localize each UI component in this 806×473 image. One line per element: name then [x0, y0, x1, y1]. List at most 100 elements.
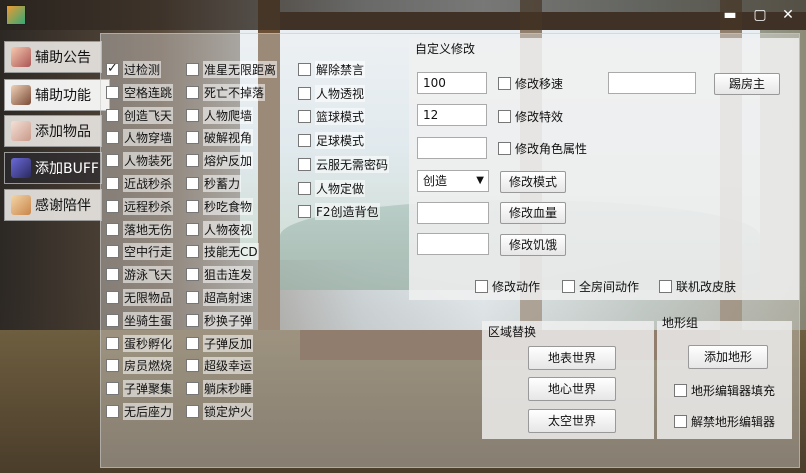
checkbox-box[interactable]: [106, 245, 119, 259]
title-bar[interactable]: ▬ ▢ ✕: [0, 0, 806, 30]
checkbox-box[interactable]: [186, 336, 199, 350]
checkbox-box[interactable]: [186, 63, 199, 76]
feature-checkbox[interactable]: 超高射速: [186, 289, 254, 306]
checkbox-box[interactable]: [106, 61, 119, 76]
feature-checkbox[interactable]: 足球模式: [298, 132, 366, 150]
feature-checkbox[interactable]: 秒换子弹: [186, 311, 254, 329]
checkbox-box[interactable]: [106, 199, 119, 213]
checkbox-box[interactable]: [106, 382, 119, 396]
feature-checkbox[interactable]: 房员燃烧: [106, 357, 174, 375]
checkbox-box[interactable]: [298, 63, 311, 76]
checkbox-box[interactable]: [106, 85, 119, 99]
checkbox-box[interactable]: [186, 382, 199, 396]
modify-hunger-button[interactable]: 修改饥饿: [500, 234, 566, 256]
minimize-button[interactable]: ▬: [720, 6, 740, 24]
terrain-fill-checkbox[interactable]: 地形编辑器填充: [674, 382, 775, 399]
room-action-checkbox[interactable]: 全房间动作: [562, 278, 639, 295]
speed-input[interactable]: 100: [417, 72, 487, 94]
sidebar-item-thanks[interactable]: 感谢陪伴: [4, 189, 102, 221]
modify-hp-button[interactable]: 修改血量: [500, 202, 566, 224]
feature-checkbox[interactable]: 远程秒杀: [106, 197, 174, 215]
checkbox-box[interactable]: [298, 181, 311, 195]
checkbox-box[interactable]: [498, 142, 511, 155]
sidebar-item-add-items[interactable]: 添加物品: [4, 115, 102, 147]
checkbox-box[interactable]: [186, 108, 199, 122]
kick-host-input[interactable]: [608, 72, 696, 94]
checkbox-box[interactable]: [106, 291, 119, 304]
online-skin-checkbox[interactable]: 联机改皮肤: [659, 278, 736, 295]
checkbox-box[interactable]: [106, 336, 119, 350]
checkbox-box[interactable]: [186, 359, 199, 373]
space-world-button[interactable]: 太空世界: [528, 409, 616, 433]
feature-checkbox[interactable]: 无后座力: [106, 403, 174, 420]
checkbox-box[interactable]: [186, 245, 199, 259]
checkbox-box[interactable]: [562, 280, 575, 293]
sidebar-item-add-buff[interactable]: 添加BUFF: [4, 152, 102, 184]
feature-checkbox[interactable]: F2创造背包: [298, 203, 380, 221]
checkbox-box[interactable]: [106, 268, 119, 282]
feature-checkbox[interactable]: 空格连跳: [106, 83, 174, 101]
mode-select[interactable]: 创造 ▼: [417, 170, 489, 192]
checkbox-box[interactable]: [475, 280, 488, 293]
feature-checkbox[interactable]: 锁定炉火: [186, 403, 254, 420]
checkbox-box[interactable]: [498, 110, 511, 123]
checkbox-box[interactable]: [106, 177, 119, 190]
surface-world-button[interactable]: 地表世界: [528, 346, 616, 370]
modify-mode-button[interactable]: 修改模式: [500, 171, 566, 193]
checkbox-box[interactable]: [186, 268, 199, 282]
checkbox-box[interactable]: [659, 280, 672, 293]
checkbox-box[interactable]: [298, 134, 311, 148]
feature-checkbox[interactable]: 秒蓄力: [186, 175, 242, 192]
checkbox-box[interactable]: [298, 205, 311, 219]
feature-checkbox[interactable]: 人物定做: [298, 179, 366, 197]
feature-checkbox[interactable]: 落地无伤: [106, 220, 174, 238]
maximize-button[interactable]: ▢: [750, 6, 770, 24]
feature-checkbox[interactable]: 破解视角: [186, 129, 254, 147]
checkbox-box[interactable]: [186, 154, 199, 168]
feature-checkbox[interactable]: 狙击连发: [186, 266, 254, 284]
add-terrain-button[interactable]: 添加地形: [688, 345, 768, 369]
checkbox-box[interactable]: [106, 359, 119, 373]
modify-effect-checkbox[interactable]: 修改特效: [498, 108, 563, 125]
modify-attribute-checkbox[interactable]: 修改角色属性: [498, 140, 587, 157]
feature-checkbox[interactable]: 空中行走: [106, 243, 174, 261]
modify-speed-checkbox[interactable]: 修改移速: [498, 75, 563, 92]
feature-checkbox[interactable]: 蛋秒孵化: [106, 334, 174, 352]
feature-checkbox[interactable]: 人物穿墙: [106, 129, 174, 147]
feature-checkbox[interactable]: 死亡不掉落: [186, 83, 266, 101]
checkbox-box[interactable]: [186, 131, 199, 145]
feature-checkbox[interactable]: 技能无CD: [186, 243, 259, 261]
checkbox-box[interactable]: [186, 222, 199, 236]
hp-input[interactable]: [417, 202, 489, 224]
feature-checkbox[interactable]: 人物透视: [298, 84, 366, 102]
checkbox-box[interactable]: [106, 131, 119, 145]
checkbox-box[interactable]: [106, 108, 119, 122]
feature-checkbox[interactable]: 游泳飞天: [106, 266, 174, 284]
close-button[interactable]: ✕: [778, 6, 798, 24]
checkbox-box[interactable]: [186, 405, 199, 418]
sidebar-item-announcement[interactable]: 辅助公告: [4, 41, 102, 73]
feature-checkbox[interactable]: 解除禁言: [298, 61, 366, 78]
terrain-unlock-checkbox[interactable]: 解禁地形编辑器: [674, 413, 775, 430]
checkbox-box[interactable]: [674, 415, 687, 428]
core-world-button[interactable]: 地心世界: [528, 377, 616, 401]
checkbox-box[interactable]: [298, 86, 311, 100]
checkbox-box[interactable]: [186, 199, 199, 213]
feature-checkbox[interactable]: 秒吃食物: [186, 197, 254, 215]
feature-checkbox[interactable]: 创造飞天: [106, 106, 174, 124]
modify-action-checkbox[interactable]: 修改动作: [475, 278, 540, 295]
feature-checkbox[interactable]: 过检测: [106, 61, 162, 78]
feature-checkbox[interactable]: 子弹聚集: [106, 380, 174, 398]
feature-checkbox[interactable]: 无限物品: [106, 289, 174, 306]
checkbox-box[interactable]: [106, 405, 119, 418]
feature-checkbox[interactable]: 坐骑生蛋: [106, 311, 174, 329]
feature-checkbox[interactable]: 近战秒杀: [106, 175, 174, 192]
feature-checkbox[interactable]: 躺床秒睡: [186, 380, 254, 398]
hunger-input[interactable]: [417, 233, 489, 255]
feature-checkbox[interactable]: 子弹反加: [186, 334, 254, 352]
checkbox-box[interactable]: [674, 384, 687, 397]
checkbox-box[interactable]: [186, 85, 199, 99]
checkbox-box[interactable]: [298, 110, 311, 124]
checkbox-box[interactable]: [186, 291, 199, 304]
effect-input[interactable]: 12: [417, 104, 487, 126]
